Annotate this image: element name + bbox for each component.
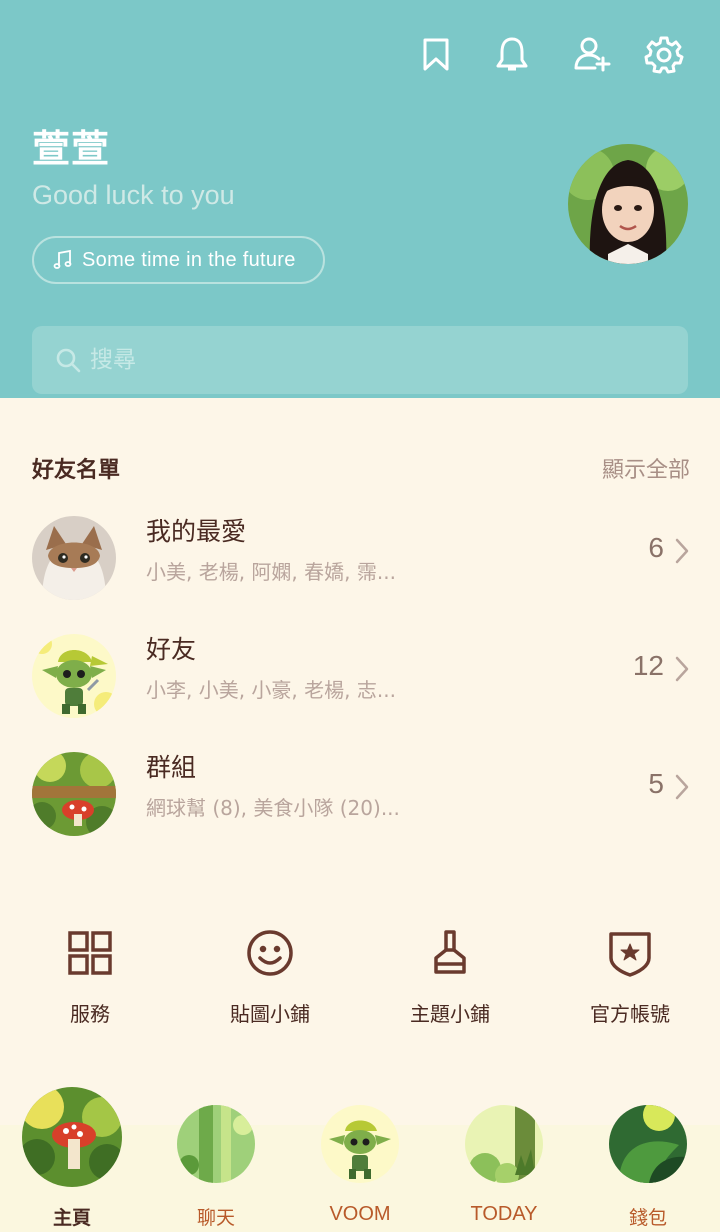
chevron-right-icon <box>675 538 689 564</box>
shortcut-label: 主題小鋪 <box>410 1002 490 1026</box>
profile-music-button[interactable]: Some time in the future <box>32 236 325 284</box>
wallet-tab-icon <box>609 1105 687 1183</box>
search-input[interactable] <box>90 347 650 373</box>
shield-star-icon <box>609 932 651 977</box>
shortcut-official-accounts[interactable]: 官方帳號 <box>540 920 720 1030</box>
chevron-right-icon <box>675 774 689 800</box>
friend-group-friends[interactable]: 好友 小李, 小美, 小豪, 老楊, 志... 12 <box>0 622 720 732</box>
tab-today[interactable]: TODAY <box>432 1105 576 1232</box>
tab-label: 聊天 <box>196 1207 235 1229</box>
shortcut-theme-shop[interactable]: 主題小鋪 <box>360 920 540 1030</box>
shortcut-label: 貼圖小鋪 <box>230 1002 310 1026</box>
smiley-icon <box>247 930 293 976</box>
group-count: 5 <box>648 768 664 799</box>
group-thumbnail <box>32 634 116 718</box>
grid-icon <box>68 931 112 975</box>
show-all-link[interactable]: 顯示全部 <box>602 452 690 484</box>
notifications-button[interactable] <box>488 30 536 78</box>
friend-group-groups[interactable]: 群組 網球幫 (8), 美食小隊 (20)... 5 <box>0 740 720 850</box>
music-note-icon <box>53 249 72 269</box>
group-count: 12 <box>632 650 664 681</box>
shortcut-bar: 服務 貼圖小鋪 主題小鋪 官方帳號 <box>0 920 720 1040</box>
friends-section-title: 好友名單 <box>32 458 121 483</box>
voom-tab-icon <box>321 1105 399 1183</box>
search-icon <box>56 348 81 373</box>
status-message[interactable]: Good luck to you <box>32 180 235 211</box>
friend-group-favorites[interactable]: 我的最愛 小美, 老楊, 阿嫻, 春嬌, 霈... 6 <box>0 504 720 614</box>
search-bar[interactable] <box>32 326 688 394</box>
group-thumbnail <box>32 752 116 836</box>
home-tab-icon <box>22 1087 122 1187</box>
bookmark-icon <box>423 38 449 71</box>
shortcut-label: 服務 <box>70 1002 110 1026</box>
tab-label: 錢包 <box>628 1207 667 1229</box>
today-tab-icon <box>465 1105 543 1183</box>
shortcut-services[interactable]: 服務 <box>0 920 180 1030</box>
group-name: 好友 <box>146 635 197 664</box>
brush-icon <box>434 930 466 974</box>
tab-label: VOOM <box>329 1203 391 1225</box>
group-members: 網球幫 (8), 美食小隊 (20)... <box>146 796 400 820</box>
group-name: 我的最愛 <box>146 517 247 546</box>
tab-wallet[interactable]: 錢包 <box>576 1105 720 1232</box>
tab-home[interactable]: 主頁 <box>0 1087 144 1232</box>
tab-voom[interactable]: VOOM <box>288 1105 432 1232</box>
tab-label: 主頁 <box>52 1207 91 1229</box>
tab-label: TODAY <box>470 1203 538 1225</box>
tab-chats[interactable]: 聊天 <box>144 1105 288 1232</box>
profile-header: 萱萱 Good luck to you Some time in the fut… <box>0 0 720 398</box>
shortcut-label: 官方帳號 <box>590 1002 670 1026</box>
add-friend-button[interactable] <box>568 30 616 78</box>
add-friend-icon <box>574 37 611 72</box>
group-members: 小美, 老楊, 阿嫻, 春嬌, 霈... <box>146 560 396 584</box>
settings-button[interactable] <box>640 30 688 78</box>
bell-icon <box>496 37 528 71</box>
bookmark-button[interactable] <box>412 30 460 78</box>
chats-tab-icon <box>177 1105 255 1183</box>
profile-name[interactable]: 萱萱 <box>32 118 110 173</box>
group-count: 6 <box>648 532 664 563</box>
group-members: 小李, 小美, 小豪, 老楊, 志... <box>146 678 396 702</box>
chevron-right-icon <box>675 656 689 682</box>
shortcut-sticker-shop[interactable]: 貼圖小鋪 <box>180 920 360 1030</box>
music-title: Some time in the future <box>82 248 296 271</box>
group-name: 群組 <box>146 753 197 782</box>
profile-avatar[interactable] <box>568 144 688 264</box>
group-thumbnail <box>32 516 116 600</box>
bottom-navigation: 主頁 聊天 VOOM TODAY 錢包 <box>0 1087 720 1232</box>
gear-icon <box>644 36 684 74</box>
